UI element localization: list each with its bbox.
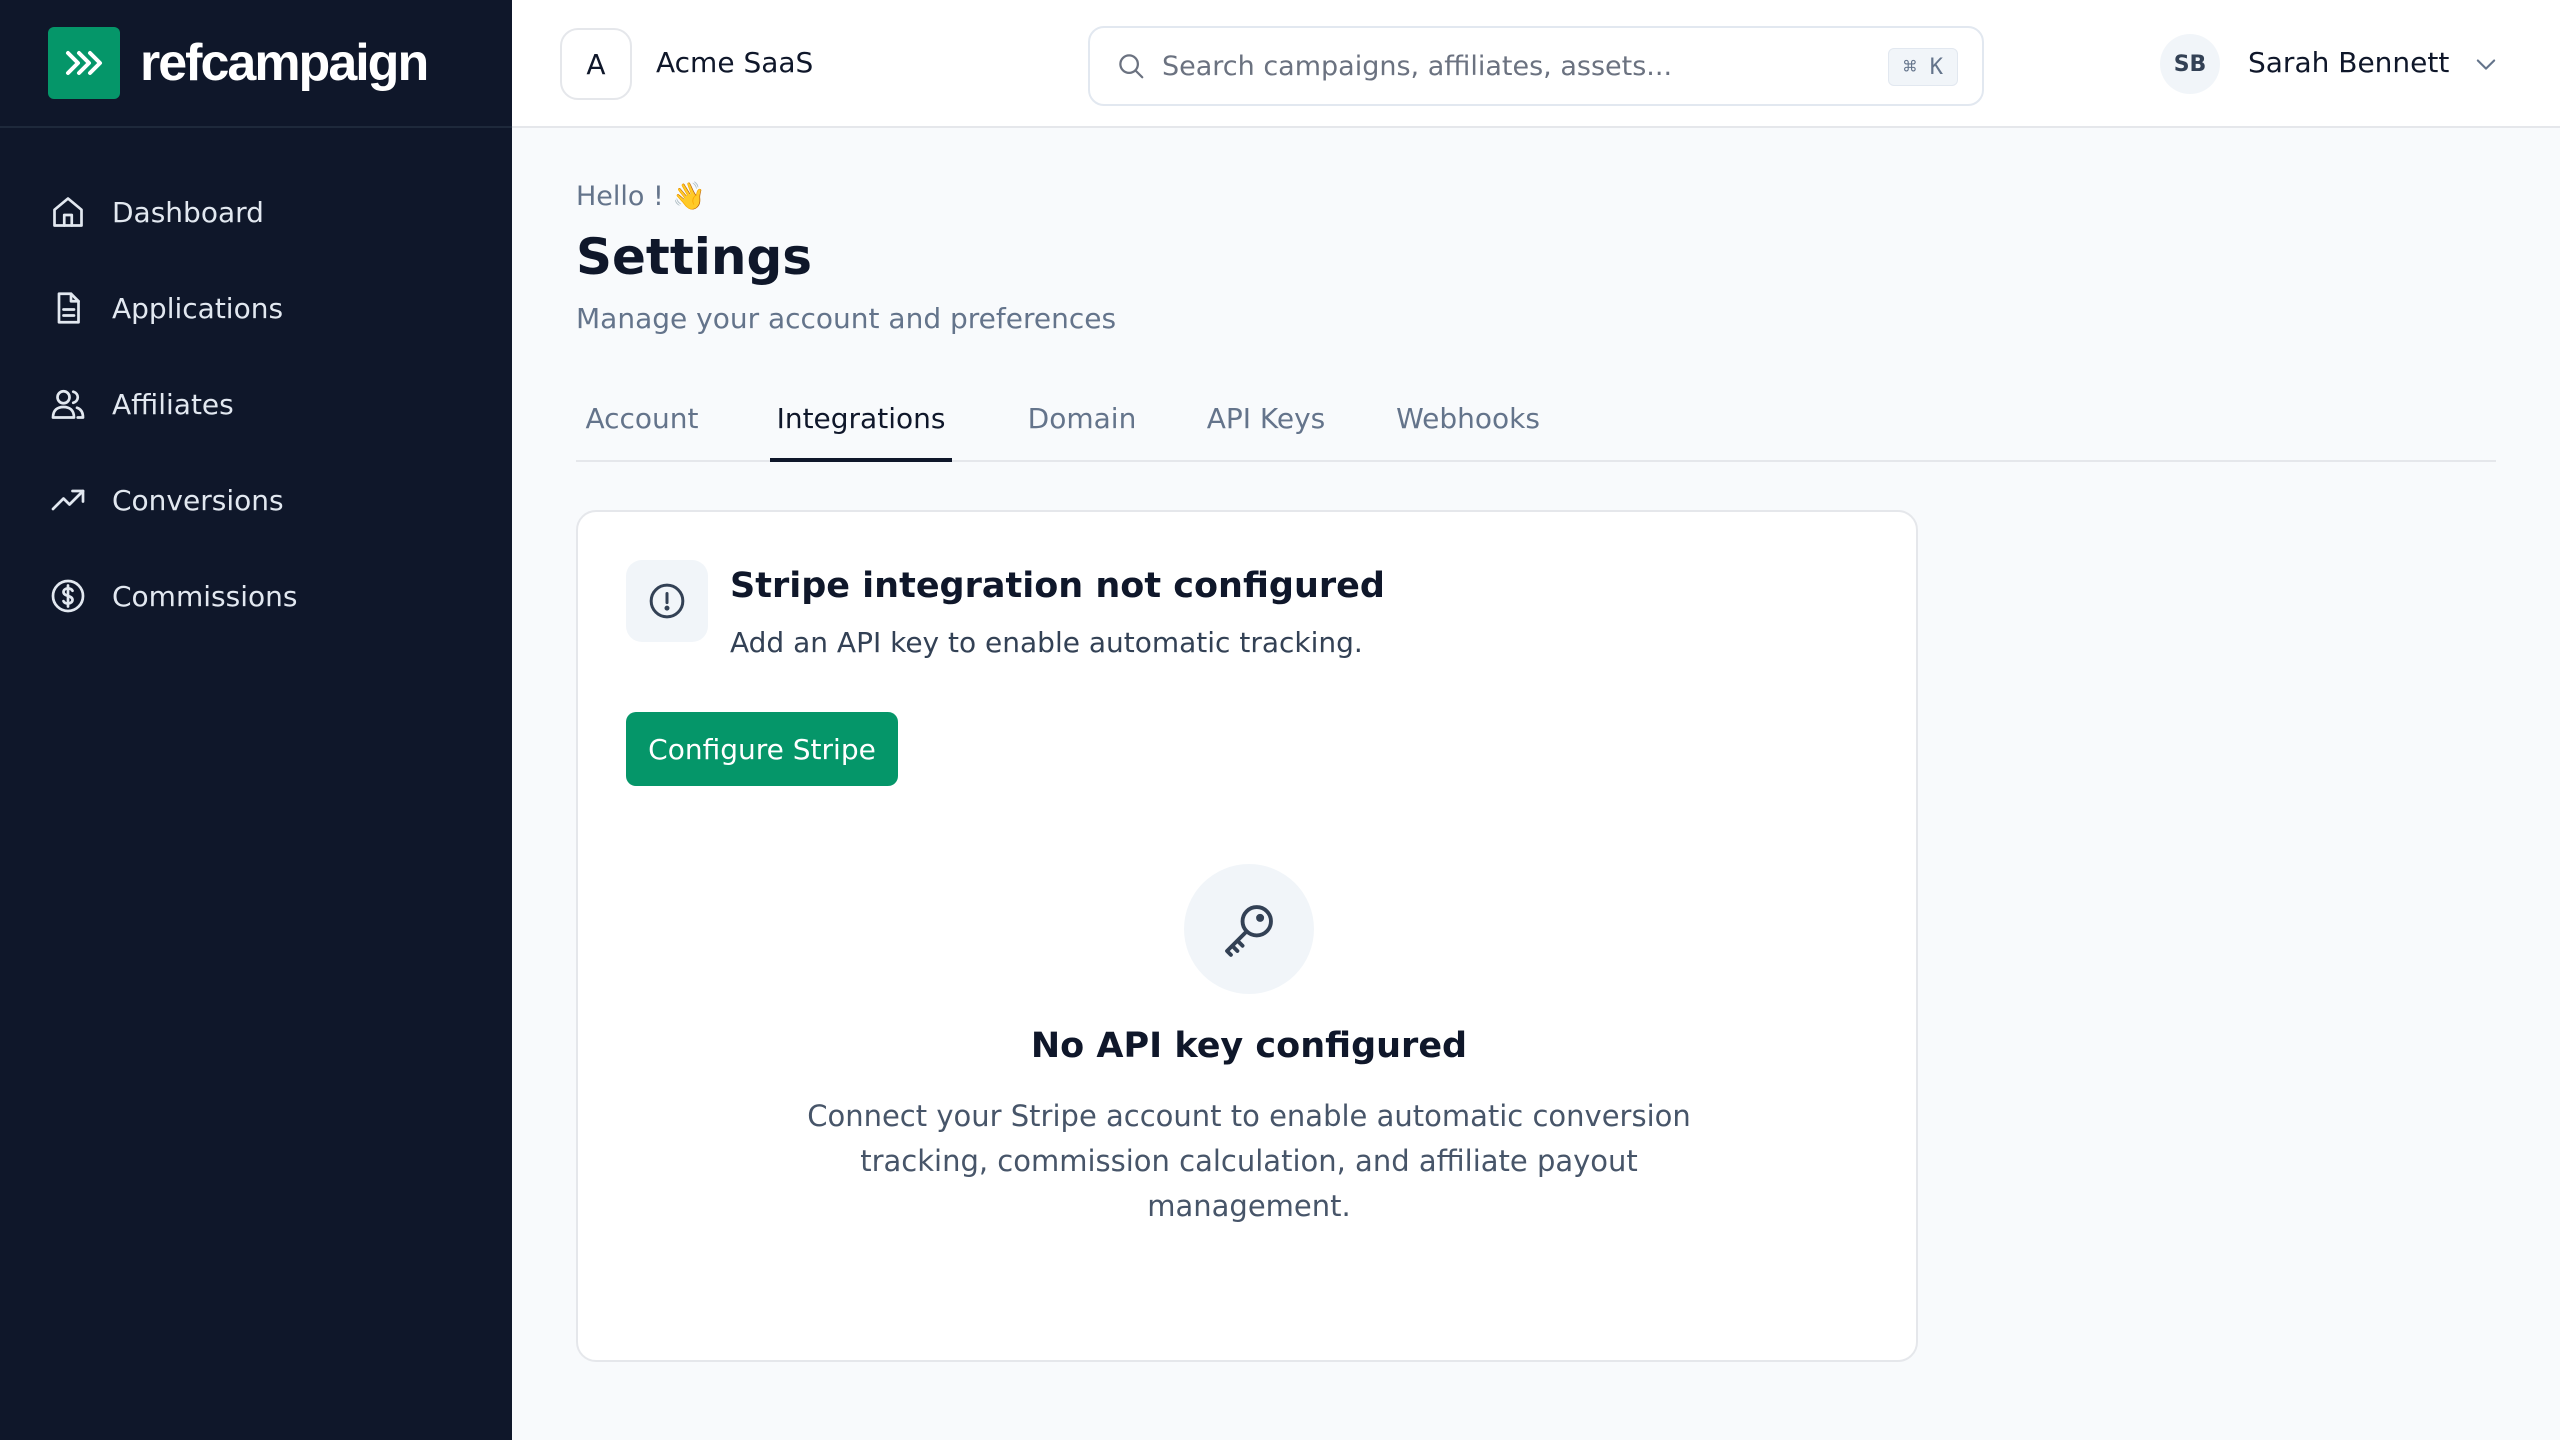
- sidebar-item-label: Dashboard: [112, 195, 264, 229]
- alert-description: Add an API key to enable automatic track…: [730, 626, 1363, 659]
- document-icon: [48, 288, 88, 328]
- tab-integrations[interactable]: Integrations: [770, 396, 952, 462]
- search-bar[interactable]: ⌘ K: [1088, 26, 1984, 106]
- brand[interactable]: refcampaign: [0, 0, 512, 128]
- org-name[interactable]: Acme SaaS: [656, 46, 813, 79]
- page-subtitle: Manage your account and preferences: [576, 302, 1117, 335]
- user-name[interactable]: Sarah Bennett: [2248, 46, 2449, 79]
- sidebar-item-label: Conversions: [112, 483, 284, 517]
- alert-title: Stripe integration not configured: [730, 566, 1385, 606]
- org-avatar[interactable]: A: [560, 28, 632, 100]
- greeting: Hello ! 👋: [576, 181, 707, 212]
- search-shortcut-badge: ⌘ K: [1888, 48, 1958, 86]
- sidebar-item-affiliates[interactable]: Affiliates: [0, 356, 512, 452]
- tab-api-keys[interactable]: API Keys: [1196, 396, 1336, 462]
- page-title: Settings: [576, 228, 813, 286]
- sidebar-item-applications[interactable]: Applications: [0, 260, 512, 356]
- tab-domain[interactable]: Domain: [1012, 396, 1152, 462]
- brand-name: refcampaign: [140, 34, 429, 92]
- stripe-integration-card: Stripe integration not configured Add an…: [576, 510, 1918, 1362]
- sidebar: refcampaign Dashboard Applications Affil…: [0, 0, 512, 1440]
- sidebar-nav: Dashboard Applications Affiliates Conver…: [0, 128, 512, 644]
- sidebar-item-label: Applications: [112, 291, 284, 325]
- brand-logo-icon: [48, 27, 120, 99]
- user-avatar[interactable]: SB: [2160, 34, 2220, 94]
- chevron-down-icon[interactable]: [2470, 48, 2502, 80]
- empty-state-title: No API key configured: [1030, 1026, 1468, 1066]
- alert-circle-icon: [626, 560, 708, 642]
- home-icon: [48, 192, 88, 232]
- empty-state-description: Connect your Stripe account to enable au…: [807, 1099, 1691, 1223]
- sidebar-item-label: Affiliates: [112, 387, 234, 421]
- search-input[interactable]: [1162, 50, 1862, 82]
- tab-account[interactable]: Account: [576, 396, 708, 462]
- dollar-circle-icon: [48, 576, 88, 616]
- sidebar-item-commissions[interactable]: Commissions: [0, 548, 512, 644]
- sidebar-item-conversions[interactable]: Conversions: [0, 452, 512, 548]
- users-icon: [48, 384, 88, 424]
- top-header: A Acme SaaS ⌘ K SB Sarah Bennett: [512, 0, 2560, 128]
- search-icon: [1114, 49, 1148, 83]
- trending-up-icon: [48, 480, 88, 520]
- sidebar-item-dashboard[interactable]: Dashboard: [0, 164, 512, 260]
- sidebar-item-label: Commissions: [112, 579, 298, 613]
- key-icon: [1184, 864, 1314, 994]
- configure-stripe-button[interactable]: Configure Stripe: [626, 712, 898, 786]
- settings-tabs: Account Integrations Domain API Keys Web…: [576, 396, 2496, 462]
- tab-webhooks[interactable]: Webhooks: [1388, 396, 1548, 462]
